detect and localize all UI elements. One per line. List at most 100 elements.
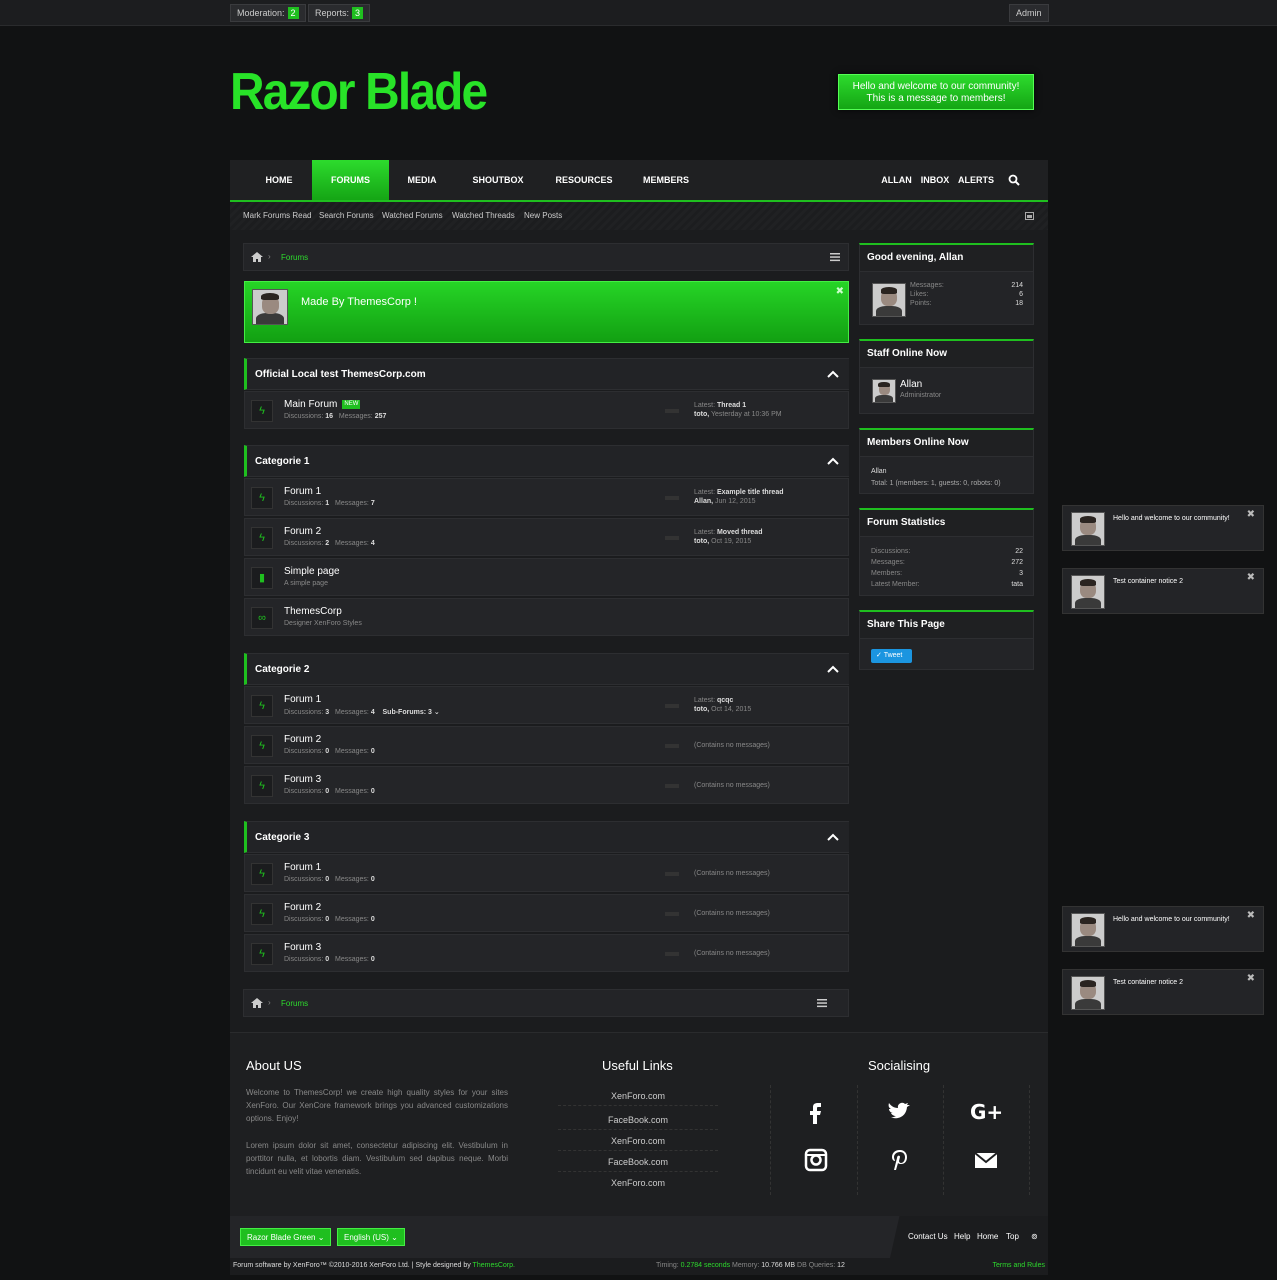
- home-link[interactable]: Home: [977, 1232, 998, 1241]
- close-icon[interactable]: ✖: [836, 286, 844, 297]
- last-post[interactable]: Latest: Example title thread Allan, Jun 1…: [694, 488, 784, 506]
- avatar[interactable]: [872, 283, 906, 317]
- new-posts-link[interactable]: New Posts: [524, 211, 562, 220]
- footer-link[interactable]: FaceBook.com: [558, 1157, 718, 1172]
- forum-row[interactable]: ϟ Forum 1 Discussions: 1 Messages: 7 Lat…: [244, 478, 849, 516]
- last-post[interactable]: Latest: Moved thread toto, Oct 19, 2015: [694, 528, 762, 546]
- notice-toast[interactable]: Test container notice 2 ✖: [1062, 568, 1264, 614]
- themescorp-link[interactable]: ThemesCorp.: [473, 1262, 515, 1269]
- last-post[interactable]: Latest: qcqc toto, Oct 14, 2015: [694, 696, 751, 714]
- forum-row[interactable]: ϟ Forum 1 Discussions: 3 Messages: 4 Sub…: [244, 686, 849, 724]
- forum-name[interactable]: Forum 2: [284, 734, 321, 745]
- chevron-up-icon[interactable]: [827, 664, 839, 674]
- rss-icon[interactable]: [665, 784, 679, 788]
- link-name[interactable]: ThemesCorp: [284, 606, 342, 617]
- sub-forums-toggle[interactable]: Sub-Forums: 3: [383, 709, 432, 716]
- forum-name[interactable]: Forum 1: [284, 694, 321, 705]
- terms-link[interactable]: Terms and Rules: [992, 1262, 1045, 1269]
- rss-icon[interactable]: [665, 912, 679, 916]
- instagram-icon[interactable]: [802, 1146, 830, 1174]
- avatar[interactable]: [872, 379, 896, 403]
- forum-name[interactable]: Forum 2: [284, 902, 321, 913]
- forum-row[interactable]: ϟ Forum 3 Discussions: 0 Messages: 0 (Co…: [244, 766, 849, 804]
- rss-icon[interactable]: [665, 704, 679, 708]
- facebook-icon[interactable]: [802, 1097, 830, 1125]
- nav-home[interactable]: HOME: [254, 160, 304, 200]
- staff-name[interactable]: Allan: [900, 379, 922, 390]
- admin-button[interactable]: Admin: [1009, 4, 1049, 22]
- watched-threads-link[interactable]: Watched Threads: [452, 211, 515, 220]
- moderation-button[interactable]: Moderation: 2: [230, 4, 306, 22]
- forum-name[interactable]: Forum 3: [284, 942, 321, 953]
- close-icon[interactable]: ✖: [1247, 973, 1255, 984]
- contact-us-link[interactable]: Contact Us: [908, 1232, 948, 1241]
- forum-name[interactable]: Forum 2: [284, 526, 321, 537]
- page-name[interactable]: Simple page: [284, 566, 340, 577]
- forum-row[interactable]: ϟ Forum 2 Discussions: 0 Messages: 0 (Co…: [244, 894, 849, 932]
- chevron-up-icon[interactable]: [827, 369, 839, 379]
- latest-member-link[interactable]: tata: [1011, 581, 1023, 588]
- home-icon[interactable]: [250, 250, 264, 264]
- chevron-down-icon[interactable]: ⌄: [434, 709, 440, 716]
- email-icon[interactable]: [972, 1146, 1000, 1174]
- forum-row[interactable]: ϟ Forum 1 Discussions: 0 Messages: 0 (Co…: [244, 854, 849, 892]
- breadcrumb-forums[interactable]: Forums: [281, 999, 308, 1008]
- chevron-up-icon[interactable]: [827, 456, 839, 466]
- nav-shoutbox[interactable]: SHOUTBOX: [466, 160, 530, 200]
- footer-link[interactable]: XenForo.com: [558, 1091, 718, 1106]
- home-icon[interactable]: [250, 996, 264, 1010]
- tweet-button[interactable]: ✓ Tweet: [871, 649, 912, 663]
- nav-inbox[interactable]: INBOX: [920, 160, 950, 200]
- nav-members[interactable]: MEMBERS: [636, 160, 696, 200]
- forum-row[interactable]: ϟ Main Forum NEW Discussions: 16 Messages…: [244, 391, 849, 429]
- nav-user[interactable]: ALLAN: [880, 160, 913, 200]
- language-chooser[interactable]: English (US) ⌄: [337, 1228, 405, 1246]
- menu-icon[interactable]: [817, 998, 827, 1008]
- nav-forums[interactable]: FORUMS: [312, 160, 389, 200]
- forum-name[interactable]: Forum 1: [284, 862, 321, 873]
- nav-media[interactable]: MEDIA: [396, 160, 448, 200]
- forum-row[interactable]: ϟ Forum 2 Discussions: 2 Messages: 4 Lat…: [244, 518, 849, 556]
- nav-resources[interactable]: RESOURCES: [550, 160, 618, 200]
- rss-icon[interactable]: [665, 536, 679, 540]
- mark-forums-read-link[interactable]: Mark Forums Read: [243, 211, 311, 220]
- search-icon[interactable]: [1008, 174, 1020, 186]
- footer-link[interactable]: XenForo.com: [558, 1136, 718, 1151]
- top-link[interactable]: Top: [1006, 1232, 1019, 1241]
- reports-button[interactable]: Reports: 3: [308, 4, 371, 22]
- rss-icon[interactable]: [665, 409, 679, 413]
- notice-toast[interactable]: Hello and welcome to our community! ✖: [1062, 505, 1264, 551]
- rss-icon[interactable]: [665, 952, 679, 956]
- forum-row[interactable]: ϟ Forum 2 Discussions: 0 Messages: 0 (Co…: [244, 726, 849, 764]
- rss-icon[interactable]: [665, 496, 679, 500]
- notice-toast[interactable]: Test container notice 2 ✖: [1062, 969, 1264, 1015]
- twitter-icon[interactable]: [886, 1097, 914, 1125]
- last-post[interactable]: Latest: Thread 1 toto, Yesterday at 10:36…: [694, 401, 782, 419]
- pinterest-icon[interactable]: [886, 1146, 914, 1174]
- link-row[interactable]: ∞ ThemesCorp Designer XenForo Styles: [244, 598, 849, 636]
- close-icon[interactable]: ✖: [1247, 572, 1255, 583]
- site-logo[interactable]: Razor Blade: [230, 62, 488, 122]
- forum-name[interactable]: Forum 1: [284, 486, 321, 497]
- breadcrumb-forums[interactable]: Forums: [281, 253, 308, 262]
- search-forums-link[interactable]: Search Forums: [319, 211, 374, 220]
- member-link[interactable]: Allan: [871, 468, 887, 475]
- forum-name[interactable]: Main Forum: [284, 399, 337, 410]
- forum-name[interactable]: Forum 3: [284, 774, 321, 785]
- chevron-up-icon[interactable]: [827, 832, 839, 842]
- google-plus-icon[interactable]: G+: [970, 1097, 1004, 1125]
- rss-icon[interactable]: [665, 744, 679, 748]
- image-icon[interactable]: [1025, 212, 1034, 220]
- close-icon[interactable]: ✖: [1247, 910, 1255, 921]
- rss-icon[interactable]: ⊚: [1031, 1232, 1038, 1241]
- page-row[interactable]: ▮ Simple page A simple page: [244, 558, 849, 596]
- footer-link[interactable]: FaceBook.com: [558, 1115, 718, 1130]
- help-link[interactable]: Help: [954, 1232, 970, 1241]
- menu-icon[interactable]: [830, 252, 840, 262]
- watched-forums-link[interactable]: Watched Forums: [382, 211, 443, 220]
- rss-icon[interactable]: [665, 872, 679, 876]
- close-icon[interactable]: ✖: [1247, 509, 1255, 520]
- notice-toast[interactable]: Hello and welcome to our community! ✖: [1062, 906, 1264, 952]
- style-chooser[interactable]: Razor Blade Green ⌄: [240, 1228, 332, 1246]
- forum-row[interactable]: ϟ Forum 3 Discussions: 0 Messages: 0 (Co…: [244, 934, 849, 972]
